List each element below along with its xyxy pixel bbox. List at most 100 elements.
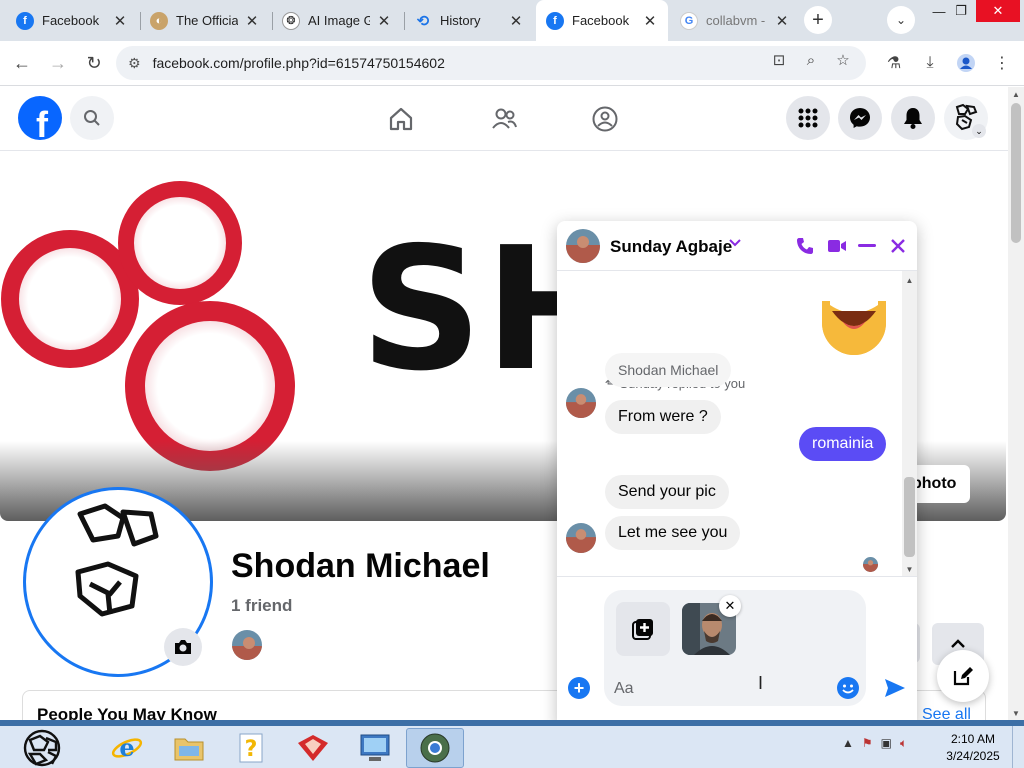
chat-header[interactable]: Sunday Agbaje — [557, 221, 917, 271]
tab-history[interactable]: ⟲ History ✕ — [404, 0, 534, 41]
facebook-icon: f — [16, 11, 34, 30]
browser-menu-icon[interactable]: ⋮ — [988, 49, 1016, 77]
install-app-icon[interactable]: ⊡ — [768, 49, 790, 71]
new-tab-button[interactable]: + — [804, 6, 832, 34]
chat-scrollbar-thumb[interactable] — [904, 477, 915, 557]
camera-icon[interactable] — [164, 628, 202, 666]
tab-search-button[interactable]: ⌄ — [887, 6, 915, 34]
tab-title: collabvm - — [706, 13, 766, 28]
facebook-logo[interactable]: f — [18, 96, 62, 140]
browser-toolbar: ← → ↻ ⚙ facebook.com/profile.php?id=6157… — [0, 41, 1024, 86]
labs-flask-icon[interactable]: ⚗ — [880, 49, 908, 77]
internet-explorer-icon[interactable]: e — [98, 728, 156, 768]
facebook-icon: f — [546, 11, 564, 30]
my-message-bubble[interactable]: romainia — [799, 427, 887, 461]
tab-facebook-active[interactable]: f Facebook ✕ — [536, 0, 668, 41]
new-message-button[interactable] — [937, 650, 989, 702]
help-icon[interactable]: ? — [222, 728, 280, 768]
bookmark-star-icon[interactable]: ☆ — [832, 49, 854, 71]
friend-avatar[interactable] — [230, 628, 264, 662]
clock-date: 3/24/2025 — [946, 749, 1000, 763]
message-text: From were ? — [618, 408, 708, 425]
file-explorer-icon[interactable] — [160, 728, 218, 768]
close-icon[interactable]: ✕ — [642, 12, 658, 30]
browser-tab-strip: f Facebook ✕ ◐ The Official ✕ ❂ AI Image… — [0, 0, 1024, 41]
add-attachment-button[interactable] — [616, 602, 670, 656]
scroll-up-arrow-icon[interactable]: ▲ — [1008, 87, 1024, 101]
contact-avatar[interactable] — [566, 229, 600, 263]
friend-count[interactable]: 1 friend — [231, 596, 292, 616]
network-icon[interactable]: ⚑ — [862, 736, 873, 751]
tab-official[interactable]: ◐ The Official ✕ — [140, 0, 270, 41]
tab-facebook-1[interactable]: f Facebook ✕ — [6, 0, 138, 41]
quoted-message[interactable]: Shodan Michael — [605, 353, 732, 387]
tab-ai-image[interactable]: ❂ AI Image G ✕ — [272, 0, 402, 41]
close-icon[interactable]: ✕ — [508, 12, 524, 30]
profile-icon[interactable] — [952, 49, 980, 77]
svg-text:?: ? — [245, 737, 258, 762]
laughing-emoji-icon — [822, 301, 886, 355]
menu-grid-icon[interactable] — [786, 96, 830, 140]
tray-expand-icon[interactable]: ▲ — [842, 736, 854, 751]
chat-messages[interactable]: ⬑ Sunday replied to you Shodan Michael F… — [557, 271, 902, 576]
chrome-taskbar-icon[interactable] — [406, 728, 464, 768]
scroll-down-arrow-icon[interactable]: ▼ — [902, 562, 917, 576]
more-actions-plus-icon[interactable]: + — [568, 677, 590, 699]
emoji-icon[interactable] — [837, 677, 859, 699]
close-icon[interactable]: ✕ — [376, 12, 392, 30]
red-app-icon[interactable] — [284, 728, 342, 768]
start-button[interactable] — [18, 728, 66, 768]
scrollbar-thumb[interactable] — [1011, 103, 1021, 243]
display-icon[interactable]: ▣ — [881, 736, 892, 751]
contact-avatar-small — [566, 388, 596, 418]
close-icon[interactable]: ✕ — [774, 12, 790, 30]
zoom-icon[interactable]: ⌕ — [800, 49, 822, 71]
system-clock[interactable]: 2:10 AM 3/24/2025 — [940, 731, 1006, 765]
close-icon[interactable]: ✕ — [112, 12, 128, 30]
control-panel-icon[interactable] — [346, 728, 404, 768]
messenger-icon[interactable] — [838, 96, 882, 140]
friends-icon[interactable] — [484, 101, 524, 137]
send-icon[interactable] — [882, 675, 908, 701]
voice-call-icon[interactable] — [793, 234, 817, 258]
facebook-header: f ⌄ — [0, 87, 1008, 151]
reload-button[interactable]: ↻ — [80, 49, 108, 77]
message-bubble[interactable]: Let me see you — [605, 516, 741, 550]
minimize-chat-icon[interactable] — [855, 234, 879, 258]
message-input[interactable] — [614, 678, 814, 700]
chevron-down-icon[interactable] — [729, 235, 741, 250]
message-bubble[interactable]: From were ? — [605, 400, 721, 434]
close-window-button[interactable]: ✕ — [976, 0, 1020, 22]
close-chat-icon[interactable] — [886, 234, 910, 258]
url-text[interactable]: facebook.com/profile.php?id=615747501546… — [153, 55, 445, 71]
groups-icon[interactable] — [585, 101, 625, 137]
search-icon[interactable] — [70, 96, 114, 140]
tab-title: AI Image G — [308, 13, 370, 28]
volume-icon[interactable]: 🔈︎ — [900, 736, 907, 751]
notifications-bell-icon[interactable] — [891, 96, 935, 140]
site-icon: ◐ — [150, 11, 168, 30]
restore-window-button[interactable]: ❐ — [942, 0, 980, 22]
back-button[interactable]: ← — [8, 49, 36, 77]
message-bubble[interactable]: Send your pic — [605, 475, 729, 509]
chat-scrollbar[interactable]: ▲ ▼ — [902, 271, 917, 576]
account-avatar-button[interactable]: ⌄ — [944, 96, 988, 140]
contact-name[interactable]: Sunday Agbaje — [610, 237, 732, 257]
remove-attachment-button[interactable]: ✕ — [719, 595, 741, 617]
scroll-down-arrow-icon[interactable]: ▼ — [1008, 706, 1024, 720]
tab-collabvm[interactable]: G collabvm - ✕ — [670, 0, 800, 41]
video-call-icon[interactable] — [825, 234, 849, 258]
history-icon: ⟲ — [416, 12, 430, 30]
scroll-up-arrow-icon[interactable]: ▲ — [902, 273, 917, 287]
forward-button[interactable]: → — [44, 49, 72, 77]
page-scrollbar[interactable]: ▲ ▼ — [1008, 87, 1024, 720]
home-icon[interactable] — [381, 101, 421, 137]
address-bar[interactable]: ⚙ facebook.com/profile.php?id=6157475015… — [116, 46, 866, 80]
close-icon[interactable]: ✕ — [244, 12, 260, 30]
downloads-icon[interactable]: ⤓ — [916, 49, 944, 77]
text-cursor-icon: I — [758, 673, 764, 693]
site-info-icon[interactable]: ⚙ — [128, 55, 141, 72]
message-composer[interactable]: ✕ — [604, 590, 866, 706]
show-desktop-button[interactable] — [1012, 726, 1024, 768]
chat-window: Sunday Agbaje ⬑ Sunday replied to you Sh… — [557, 221, 917, 726]
